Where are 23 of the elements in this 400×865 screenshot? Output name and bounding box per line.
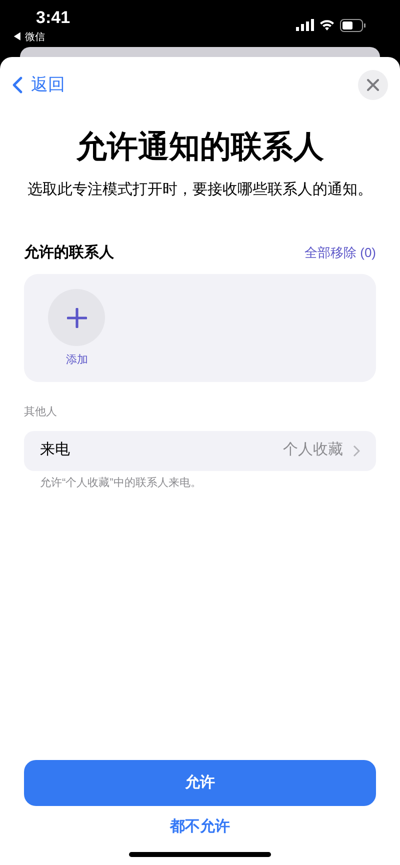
section-header: 允许的联系人: [24, 242, 114, 262]
battery-icon: [340, 18, 366, 32]
signal-icon: [296, 19, 314, 31]
row-label: 来电: [40, 440, 70, 460]
remove-all-link[interactable]: 全部移除 (0): [304, 243, 376, 262]
plus-icon: [66, 308, 86, 328]
chevron-right-icon: [353, 444, 360, 456]
footnote: 允许“个人收藏”中的联系人来电。: [40, 476, 202, 490]
deny-all-button[interactable]: 都不允许: [170, 816, 230, 836]
page-subtitle: 选取此专注模式打开时，要接收哪些联系人的通知。: [26, 180, 374, 200]
close-button[interactable]: [358, 70, 388, 100]
page-title: 允许通知的联系人: [75, 128, 325, 166]
add-label: 添加: [66, 353, 88, 368]
wifi-icon: [319, 19, 335, 31]
calls-row[interactable]: 来电 个人收藏: [24, 430, 376, 470]
allow-button[interactable]: 允许: [24, 760, 376, 806]
back-to-app-link[interactable]: ◀ 微信: [12, 30, 70, 46]
back-button[interactable]: 返回: [12, 72, 65, 98]
row-value: 个人收藏: [283, 440, 343, 460]
section-header: 其他人: [24, 405, 58, 420]
status-time: 3:41: [36, 8, 70, 28]
chevron-left-icon: [12, 76, 23, 94]
close-icon: [367, 79, 379, 91]
